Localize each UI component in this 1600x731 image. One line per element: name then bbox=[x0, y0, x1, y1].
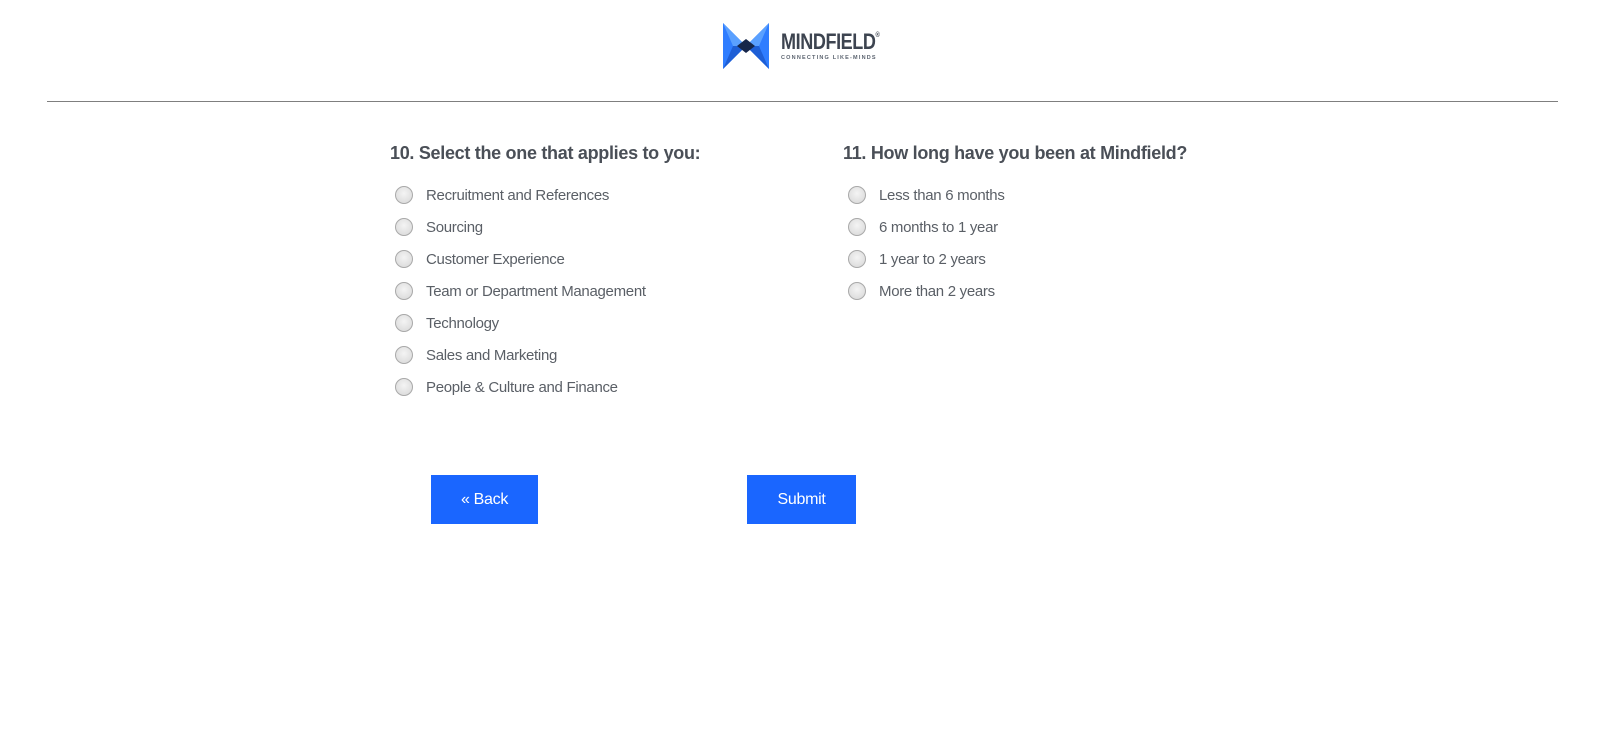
question-10: 10. Select the one that applies to you: … bbox=[390, 141, 701, 403]
option-sourcing[interactable]: Sourcing bbox=[390, 211, 700, 243]
question-title: 11. How long have you been at Mindfield? bbox=[843, 143, 1188, 163]
option-label[interactable]: More than 2 years bbox=[879, 283, 995, 300]
option-less-than-6-months[interactable]: Less than 6 months bbox=[843, 179, 1187, 211]
radio-button[interactable] bbox=[848, 250, 866, 268]
option-label[interactable]: Less than 6 months bbox=[879, 187, 1005, 204]
mindfield-logo: MINDFIELD® CONNECTING LIKE-MINDS bbox=[723, 23, 883, 69]
radio-button[interactable] bbox=[395, 218, 413, 236]
option-label[interactable]: Sourcing bbox=[426, 219, 483, 236]
header-divider bbox=[47, 101, 1558, 102]
option-label[interactable]: Team or Department Management bbox=[426, 283, 646, 300]
option-list: Less than 6 months 6 months to 1 year 1 … bbox=[843, 179, 1187, 307]
option-sales-and-marketing[interactable]: Sales and Marketing bbox=[390, 339, 700, 371]
radio-button[interactable] bbox=[848, 186, 866, 204]
option-label[interactable]: Sales and Marketing bbox=[426, 347, 557, 364]
option-technology[interactable]: Technology bbox=[390, 307, 700, 339]
option-list: Recruitment and References Sourcing Cust… bbox=[390, 179, 700, 403]
option-label[interactable]: Customer Experience bbox=[426, 251, 565, 268]
radio-button[interactable] bbox=[395, 346, 413, 364]
submit-button[interactable]: Submit bbox=[747, 475, 856, 524]
question-11: 11. How long have you been at Mindfield?… bbox=[843, 141, 1187, 307]
option-customer-experience[interactable]: Customer Experience bbox=[390, 243, 700, 275]
header: MINDFIELD® CONNECTING LIKE-MINDS bbox=[0, 0, 1600, 99]
option-team-or-department-management[interactable]: Team or Department Management bbox=[390, 275, 700, 307]
option-people-culture-and-finance[interactable]: People & Culture and Finance bbox=[390, 371, 700, 403]
logo-text: MINDFIELD® CONNECTING LIKE-MINDS bbox=[781, 28, 901, 62]
logo-wordmark: MINDFIELD® bbox=[781, 28, 880, 54]
option-1-year-to-2-years[interactable]: 1 year to 2 years bbox=[843, 243, 1187, 275]
option-label[interactable]: Recruitment and References bbox=[426, 187, 609, 204]
radio-button[interactable] bbox=[395, 282, 413, 300]
question-title: 10. Select the one that applies to you: bbox=[390, 143, 701, 163]
radio-button[interactable] bbox=[848, 282, 866, 300]
radio-button[interactable] bbox=[395, 250, 413, 268]
survey-page: MINDFIELD® CONNECTING LIKE-MINDS 10. Sel… bbox=[0, 0, 1600, 731]
bowtie-logo-icon bbox=[723, 23, 769, 69]
option-label[interactable]: 6 months to 1 year bbox=[879, 219, 998, 236]
registered-mark: ® bbox=[875, 31, 880, 39]
option-label[interactable]: People & Culture and Finance bbox=[426, 379, 618, 396]
option-recruitment-and-references[interactable]: Recruitment and References bbox=[390, 179, 700, 211]
back-button[interactable]: « Back bbox=[431, 475, 538, 524]
radio-button[interactable] bbox=[395, 314, 413, 332]
option-6-months-to-1-year[interactable]: 6 months to 1 year bbox=[843, 211, 1187, 243]
brand-name: MINDFIELD bbox=[781, 28, 876, 54]
option-label[interactable]: Technology bbox=[426, 315, 499, 332]
radio-button[interactable] bbox=[395, 378, 413, 396]
radio-button[interactable] bbox=[848, 218, 866, 236]
radio-button[interactable] bbox=[395, 186, 413, 204]
option-label[interactable]: 1 year to 2 years bbox=[879, 251, 986, 268]
logo-tagline: CONNECTING LIKE-MINDS bbox=[781, 54, 877, 61]
option-more-than-2-years[interactable]: More than 2 years bbox=[843, 275, 1187, 307]
